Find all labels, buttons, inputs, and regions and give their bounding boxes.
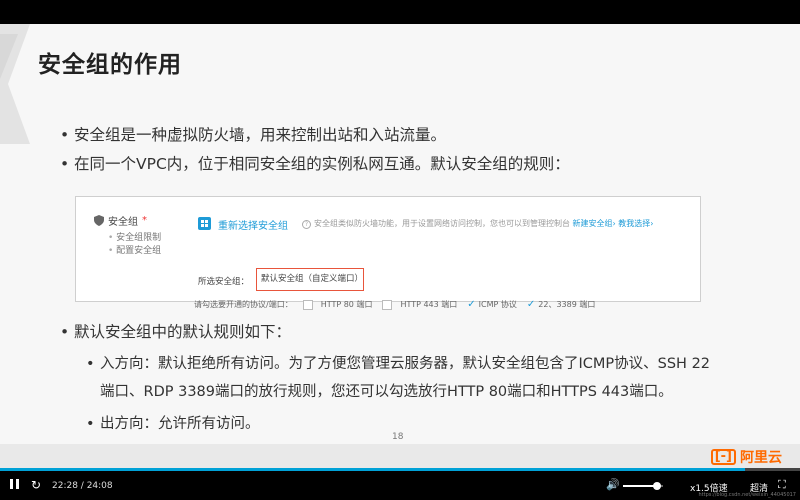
top-letterbox (0, 0, 800, 24)
time-display: 22:28 / 24:08 (52, 481, 113, 491)
bullet-item: • 默认安全组中的默认规则如下： (60, 320, 291, 342)
slide-footer-bar (0, 444, 800, 468)
sub-item[interactable]: 安全组限制 (108, 232, 161, 245)
reselect-security-group-link[interactable]: 重新选择安全组 (218, 217, 288, 232)
volume-fill (623, 485, 657, 487)
volume-knob[interactable] (653, 482, 661, 490)
bullet-dot: • (60, 323, 70, 341)
sub-item[interactable]: 配置安全组 (108, 245, 161, 258)
slide-decoration (0, 24, 30, 144)
console-sidebar: 安全组 * 安全组限制 配置安全组 (94, 213, 161, 258)
bullet-dot: • (60, 155, 70, 173)
help-text-row: ? 安全组类似防火墙功能，用于设置网络访问控制，您也可以到管理控制台 新建安全组›… (302, 218, 654, 229)
shield-icon (94, 215, 104, 226)
bullet-dot: • (60, 126, 70, 144)
progress-bar[interactable] (0, 468, 800, 471)
video-player-controls: ↻ 22:28 / 24:08 🔊 x1.5倍速 超清 ⛶ https://bl… (0, 468, 800, 500)
security-group-heading: 安全组 * (94, 213, 161, 228)
slide-title: 安全组的作用 (38, 52, 182, 78)
ports-row: 请勾选要开通的协议/端口： HTTP 80 端口 HTTP 443 端口 ✓ I… (194, 299, 595, 310)
http-443-checkbox[interactable] (382, 299, 393, 310)
bullet-item: • 在同一个VPC内，位于相同安全组的实例私网互通。默认安全组的规则： (60, 152, 570, 174)
sub-bullet-item: • 入方向：默认拒绝所有访问。为了方便您管理云服务器，默认安全组包含了ICMP协议… (86, 352, 710, 373)
progress-fill (0, 468, 745, 471)
port-label: HTTP 443 端口 (400, 300, 458, 309)
selected-group-label: 所选安全组： (198, 277, 250, 287)
console-screenshot: 安全组 * 安全组限制 配置安全组 重新选择安全组 ?安全组类似防火墙功能，用于… (75, 196, 701, 310)
bullet-text: 安全组是一种虚拟防火墙，用来控制出站和入站流量。 (74, 126, 447, 144)
grid-icon (198, 217, 211, 230)
port-label: HTTP 80 端口 (320, 300, 373, 309)
bullet-text: 在同一个VPC内，位于相同安全组的实例私网互通。默认安全组的规则： (74, 155, 570, 173)
port-label: 22、3389 端口 (538, 300, 596, 309)
selected-group-value: 默认安全组（自定义端口） (256, 268, 364, 291)
ports-label: 请勾选要开通的协议/端口： (194, 300, 293, 309)
replay-icon[interactable]: ↻ (31, 478, 41, 492)
volume-slider[interactable] (623, 482, 663, 490)
bullet-text: 入方向：默认拒绝所有访问。为了方便您管理云服务器，默认安全组包含了ICMP协议、… (100, 356, 711, 372)
slide: 安全组的作用 • 安全组是一种虚拟防火墙，用来控制出站和入站流量。 • 在同一个VP… (0, 24, 800, 468)
bullet-dot: • (86, 416, 95, 432)
check-icon[interactable]: ✓ (467, 299, 475, 310)
aliyun-logo: [-] 阿里云 (710, 447, 782, 467)
http-80-checkbox[interactable] (302, 299, 313, 310)
check-icon[interactable]: ✓ (527, 299, 535, 310)
tutorial-link[interactable]: 教我选择› (618, 219, 653, 228)
bullet-text: 默认安全组中的默认规则如下： (74, 323, 292, 341)
bullet-text: 出方向：允许所有访问。 (100, 416, 260, 432)
new-security-group-link[interactable]: 新建安全组› (573, 219, 616, 228)
help-text: 安全组类似防火墙功能，用于设置网络访问控制，您也可以到管理控制台 (314, 219, 570, 228)
sub-bullet-item: • 出方向：允许所有访问。 (86, 412, 260, 433)
console-sub-items: 安全组限制 配置安全组 (108, 232, 161, 258)
bullet-dot: • (86, 356, 95, 372)
security-group-label: 安全组 (108, 217, 138, 228)
sub-bullet-continuation: 端口、RDP 3389端口的放行规则，您还可以勾选放行HTTP 80端口和HTT… (100, 384, 673, 400)
bullet-item: • 安全组是一种虚拟防火墙，用来控制出站和入站流量。 (60, 123, 446, 145)
port-label: ICMP 协议 (478, 300, 517, 309)
watermark: https://blog.csdn.net/weixin_44045017 (698, 492, 796, 498)
fullscreen-icon[interactable]: ⛶ (778, 478, 786, 492)
volume-icon[interactable]: 🔊 (606, 478, 620, 491)
required-mark: * (142, 215, 147, 226)
aliyun-logo-mark: [-] (710, 449, 736, 465)
help-icon: ? (302, 220, 311, 229)
pause-icon[interactable] (10, 479, 20, 489)
aliyun-logo-text: 阿里云 (740, 450, 782, 466)
page-number: 18 (392, 432, 404, 442)
